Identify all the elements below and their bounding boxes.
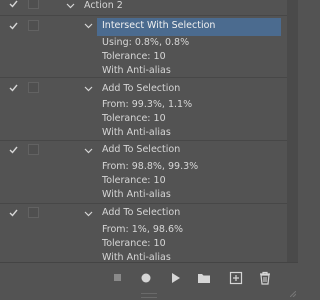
dialog-toggle-box[interactable] <box>28 144 39 155</box>
chevron-down-icon[interactable] <box>66 3 75 9</box>
toggle-checkmark-icon[interactable] <box>9 209 18 217</box>
chevron-down-icon[interactable] <box>84 23 93 29</box>
new-action-icon[interactable] <box>229 271 243 285</box>
folder-icon[interactable] <box>197 271 211 285</box>
step-detail: From: 99.3%, 1.1% <box>102 99 193 110</box>
step-label: Add To Selection <box>102 207 181 218</box>
toggle-checkmark-icon[interactable] <box>9 84 18 92</box>
dialog-toggle-box[interactable] <box>28 82 39 93</box>
play-icon[interactable] <box>169 271 183 285</box>
stop-icon[interactable] <box>111 271 125 285</box>
step-detail: Tolerance: 10 <box>102 113 166 124</box>
scrollbar[interactable] <box>287 0 298 262</box>
step-detail: With Anti-alias <box>102 65 171 76</box>
dialog-toggle-box[interactable] <box>28 20 39 31</box>
step-label: Add To Selection <box>102 83 181 94</box>
step-detail: Tolerance: 10 <box>102 238 166 249</box>
action-row[interactable]: Action 2 <box>0 0 287 16</box>
trash-icon[interactable] <box>258 271 272 285</box>
step-row[interactable]: Intersect With Selection Using: 0.8%, 0.… <box>0 15 287 77</box>
step-label: Add To Selection <box>102 144 181 155</box>
chevron-down-icon[interactable] <box>84 211 93 217</box>
dialog-toggle-box[interactable] <box>28 207 39 218</box>
step-detail: With Anti-alias <box>102 189 171 200</box>
step-row[interactable]: Add To Selection From: 98.8%, 99.3% Tole… <box>0 140 287 203</box>
step-row[interactable]: Add To Selection From: 99.3%, 1.1% Toler… <box>0 77 287 140</box>
step-detail: From: 1%, 98.6% <box>102 224 184 235</box>
step-detail: Tolerance: 10 <box>102 51 166 62</box>
action-name: Action 2 <box>84 0 123 11</box>
actions-toolbar <box>0 262 298 298</box>
step-detail: With Anti-alias <box>102 127 171 138</box>
dialog-toggle-box[interactable] <box>28 0 39 9</box>
chevron-down-icon[interactable] <box>84 148 93 154</box>
panel-resize-grip[interactable] <box>141 293 157 298</box>
resize-corner-icon[interactable] <box>289 289 297 298</box>
step-detail: Using: 0.8%, 0.8% <box>102 37 190 48</box>
step-detail: From: 98.8%, 99.3% <box>102 161 199 172</box>
step-row[interactable]: Add To Selection From: 1%, 98.6% Toleran… <box>0 203 287 262</box>
record-icon[interactable] <box>139 271 153 285</box>
step-detail: With Anti-alias <box>102 252 171 262</box>
step-label: Intersect With Selection <box>102 20 216 31</box>
toggle-checkmark-icon[interactable] <box>9 146 18 154</box>
chevron-down-icon[interactable] <box>84 86 93 92</box>
actions-panel: Action 2 Intersect With Selection Using:… <box>0 0 287 262</box>
toggle-checkmark-icon[interactable] <box>9 22 18 30</box>
toggle-checkmark-icon[interactable] <box>9 0 18 8</box>
step-detail: Tolerance: 10 <box>102 175 166 186</box>
